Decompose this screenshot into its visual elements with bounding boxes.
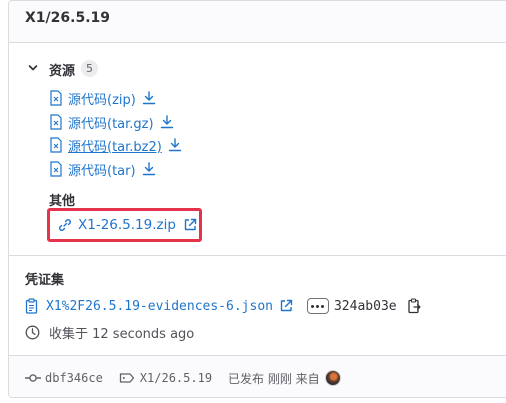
evidence-item: X1%2F26.5.19-evidences-6.json 324ab03e bbox=[25, 296, 421, 316]
other-link-label[interactable]: X1-26.5.19.zip bbox=[78, 217, 176, 233]
asset-source-tar-gz[interactable]: 源代码(tar.gz) bbox=[49, 112, 174, 132]
download-icon[interactable] bbox=[160, 115, 174, 129]
clock-icon bbox=[25, 325, 40, 339]
commit-icon bbox=[25, 374, 41, 382]
download-icon[interactable] bbox=[142, 162, 156, 176]
asset-source-tar-bz2[interactable]: 源代码(tar.bz2) bbox=[49, 135, 182, 155]
file-zip-icon bbox=[50, 161, 62, 177]
collected-text: 收集于 12 seconds ago bbox=[49, 326, 195, 342]
asset-source-label[interactable]: 源代码(tar) bbox=[68, 160, 136, 179]
ellipsis-button[interactable] bbox=[306, 298, 329, 314]
evidence-file-link[interactable]: X1%2F26.5.19-evidences-6.json bbox=[46, 299, 273, 314]
file-zip-icon bbox=[50, 90, 62, 106]
tag-icon bbox=[119, 373, 134, 383]
external-link-icon[interactable] bbox=[183, 218, 197, 232]
footer-meta: dbf346ce X1/26.5.19 已发布 刚刚 来自 bbox=[25, 368, 341, 388]
avatar[interactable] bbox=[324, 370, 341, 386]
other-link-item[interactable]: X1-26.5.19.zip bbox=[58, 215, 197, 235]
ellipsis-dot bbox=[321, 304, 325, 308]
file-zip-icon bbox=[50, 137, 62, 153]
commit-sha-link[interactable]: dbf346ce bbox=[45, 371, 103, 385]
evidence-sha: 324ab03e bbox=[333, 298, 397, 314]
chevron-down-icon[interactable] bbox=[28, 63, 38, 73]
released-text: 已发布 刚刚 来自 bbox=[228, 371, 320, 386]
ellipsis-dot bbox=[311, 304, 315, 308]
copy-icon[interactable] bbox=[407, 298, 421, 314]
evidence-heading: 凭证集 bbox=[25, 273, 65, 288]
link-icon bbox=[59, 219, 71, 231]
download-icon[interactable] bbox=[168, 138, 182, 152]
ellipsis-dot bbox=[316, 304, 320, 308]
asset-source-zip[interactable]: 源代码(zip) bbox=[49, 88, 156, 108]
tag-link[interactable]: X1/26.5.19 bbox=[140, 371, 212, 385]
asset-source-label[interactable]: 源代码(tar.bz2) bbox=[68, 136, 162, 155]
evidence-collected: 收集于 12 seconds ago bbox=[25, 322, 194, 342]
clipboard-icon bbox=[25, 298, 38, 314]
file-zip-icon bbox=[50, 114, 62, 130]
asset-source-label[interactable]: 源代码(zip) bbox=[68, 89, 136, 108]
release-footer: dbf346ce X1/26.5.19 已发布 刚刚 来自 bbox=[9, 355, 506, 397]
release-card: X1/26.5.19 资源 5 源代码(zip) 源代码(tar.gz) 源代码… bbox=[8, 0, 506, 398]
assets-section-label[interactable]: 资源 bbox=[49, 60, 75, 79]
asset-source-label[interactable]: 源代码(tar.gz) bbox=[68, 113, 154, 132]
asset-source-tar[interactable]: 源代码(tar) bbox=[49, 159, 156, 179]
download-icon[interactable] bbox=[142, 91, 156, 105]
external-link-icon[interactable] bbox=[279, 299, 293, 313]
other-heading: 其他 bbox=[49, 194, 76, 209]
release-header: X1/26.5.19 bbox=[9, 1, 506, 43]
assets-count-badge: 5 bbox=[81, 60, 98, 77]
section-divider bbox=[9, 255, 506, 256]
release-title[interactable]: X1/26.5.19 bbox=[25, 10, 110, 26]
